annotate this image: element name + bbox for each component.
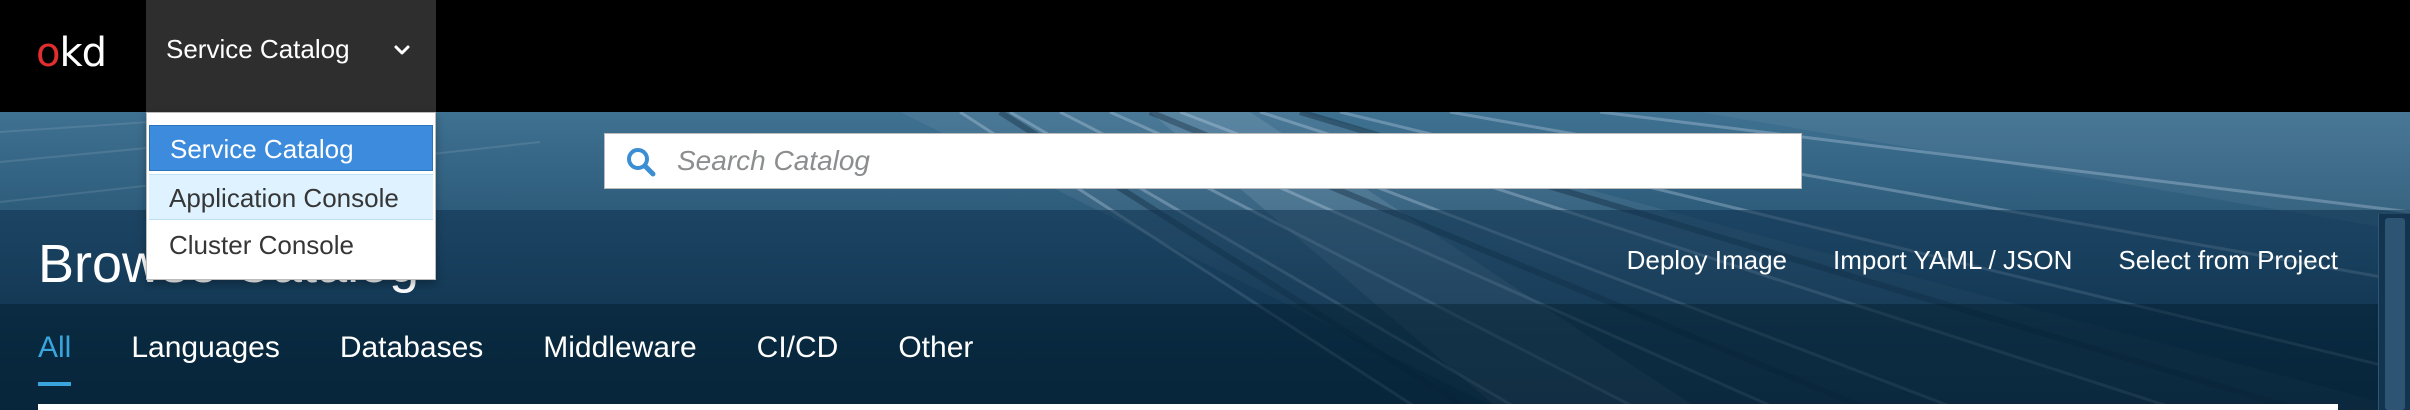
scrollbar[interactable] xyxy=(2378,214,2410,410)
masthead: okd Service Catalog xyxy=(0,0,2410,112)
context-switcher-toggle[interactable]: Service Catalog xyxy=(146,0,436,112)
menu-item-service-catalog[interactable]: Service Catalog xyxy=(149,125,433,171)
context-switcher-label: Service Catalog xyxy=(166,34,350,64)
context-switcher-menu: Service Catalog Application Console Clus… xyxy=(146,112,436,280)
deploy-image-link[interactable]: Deploy Image xyxy=(1627,240,1787,280)
logo-o: o xyxy=(36,30,61,76)
tab-ci-cd[interactable]: CI/CD xyxy=(757,328,839,368)
search-input[interactable] xyxy=(677,134,1777,188)
tab-other[interactable]: Other xyxy=(898,328,973,368)
tab-all[interactable]: All xyxy=(38,328,72,386)
menu-item-application-console[interactable]: Application Console xyxy=(149,174,433,220)
okd-logo[interactable]: okd xyxy=(36,28,107,78)
chevron-down-icon xyxy=(394,45,410,55)
tab-languages[interactable]: Languages xyxy=(131,328,279,368)
catalog-actions: Deploy Image Import YAML / JSON Select f… xyxy=(1627,240,2338,280)
tab-middleware[interactable]: Middleware xyxy=(543,328,696,368)
scrollbar-thumb[interactable] xyxy=(2385,218,2405,410)
search-catalog-box[interactable] xyxy=(604,133,1802,189)
select-from-project-link[interactable]: Select from Project xyxy=(2118,240,2338,280)
category-tabs: All Languages Databases Middleware CI/CD… xyxy=(38,328,973,386)
search-icon xyxy=(627,148,656,177)
catalog-content-panel xyxy=(38,404,2338,410)
category-bar: All Languages Databases Middleware CI/CD… xyxy=(0,304,2410,410)
logo-kd: kd xyxy=(59,30,107,76)
import-yaml-link[interactable]: Import YAML / JSON xyxy=(1833,240,2072,280)
menu-item-cluster-console[interactable]: Cluster Console xyxy=(149,222,433,268)
tab-databases[interactable]: Databases xyxy=(340,328,483,368)
